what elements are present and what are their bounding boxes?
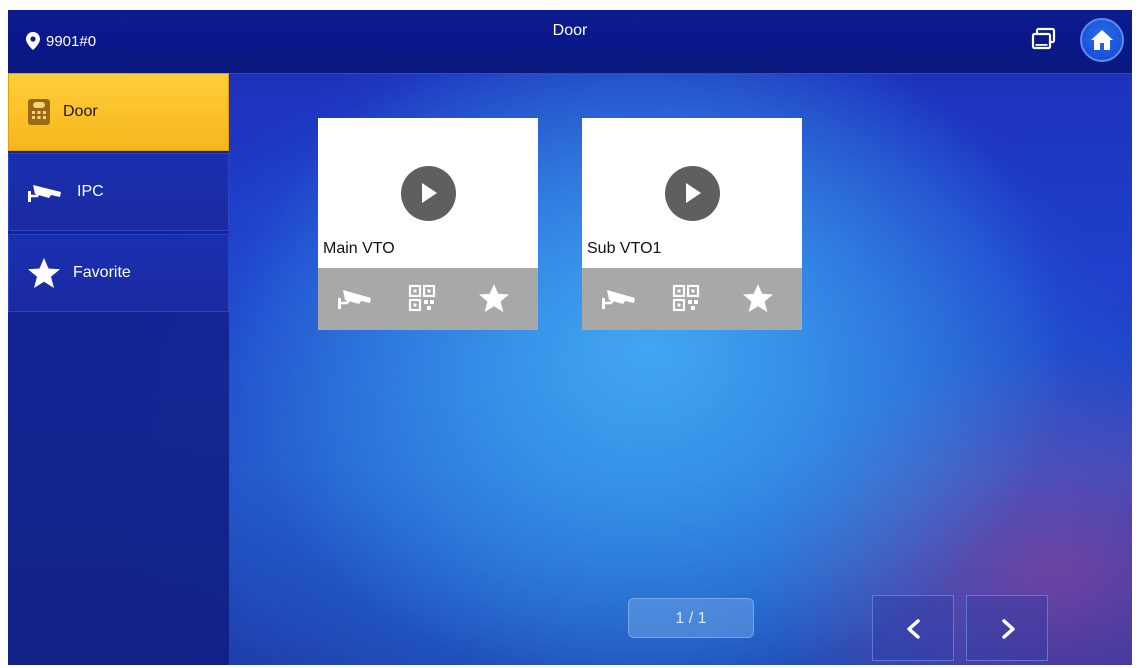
sidebar-item-favorite[interactable]: Favorite <box>8 234 229 312</box>
home-button[interactable] <box>1080 18 1124 62</box>
qr-code-icon[interactable] <box>672 284 700 317</box>
play-button[interactable] <box>401 166 456 221</box>
star-icon <box>27 257 61 289</box>
device-name: Main VTO <box>323 240 395 257</box>
sidebar-item-label: Favorite <box>73 264 131 281</box>
top-bar: 9901#0 Door <box>8 10 1132 74</box>
monitor-icon <box>1031 27 1056 50</box>
play-icon <box>422 183 437 203</box>
camera-icon[interactable] <box>600 286 638 317</box>
sidebar-item-label: IPC <box>77 183 104 200</box>
home-icon <box>1091 30 1113 50</box>
next-page-button[interactable] <box>966 595 1048 661</box>
previous-page-button[interactable] <box>872 595 954 661</box>
sidebar-item-ipc[interactable]: IPC <box>8 153 229 231</box>
sidebar-item-label: Door <box>63 103 98 120</box>
camera-icon <box>27 181 65 203</box>
star-icon[interactable] <box>478 283 510 318</box>
chevron-left-icon <box>907 619 920 639</box>
device-card-main-vto[interactable]: Main VTO <box>318 118 538 330</box>
app-frame: 9901#0 Door Door IPC Favorite Main VTO S… <box>8 10 1132 665</box>
device-name: Sub VTO1 <box>587 240 662 257</box>
card-action-bar <box>582 268 802 330</box>
door-station-icon <box>27 98 51 126</box>
sidebar-item-door[interactable]: Door <box>8 73 229 151</box>
camera-icon[interactable] <box>336 286 374 317</box>
qr-code-icon[interactable] <box>408 284 436 317</box>
device-card-sub-vto1[interactable]: Sub VTO1 <box>582 118 802 330</box>
card-action-bar <box>318 268 538 330</box>
chevron-right-icon <box>1002 619 1015 639</box>
star-icon[interactable] <box>742 283 774 318</box>
sidebar: Door IPC Favorite <box>8 73 229 665</box>
play-icon <box>686 183 701 203</box>
monitor-button[interactable] <box>1030 26 1058 54</box>
page-title: Door <box>552 22 588 39</box>
page-indicator: 1 / 1 <box>628 598 754 638</box>
screen: 9901#0 Door Door IPC Favorite Main VTO S… <box>0 0 1141 668</box>
play-button[interactable] <box>665 166 720 221</box>
